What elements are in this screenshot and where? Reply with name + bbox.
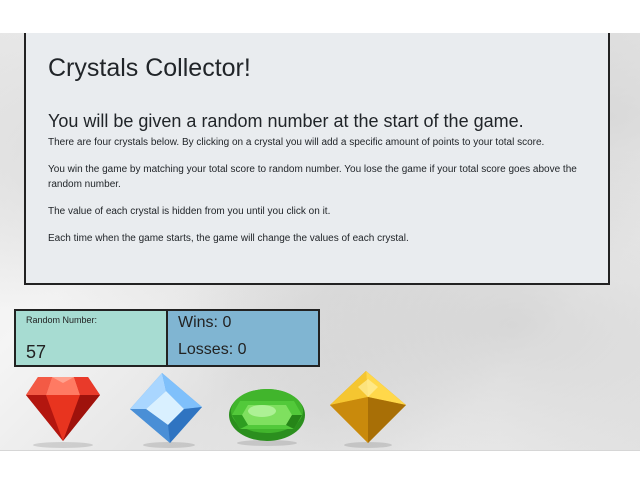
random-number-box: Random Number: 57: [14, 309, 168, 367]
blue-crystal-icon: [130, 373, 202, 448]
stats-box: Wins: 0 Losses: 0: [168, 309, 320, 367]
instruction-paragraph: There are four crystals below. By clicki…: [48, 137, 545, 148]
page-title: Crystals Collector!: [48, 54, 251, 82]
instructions-panel: Crystals Collector! You will be given a …: [24, 33, 610, 285]
score-row: Random Number: 57 Wins: 0 Losses: 0: [14, 309, 320, 367]
yellow-crystal-icon: [330, 371, 406, 448]
instruction-paragraph: Each time when the game starts, the game…: [48, 233, 409, 244]
green-crystal-icon: [229, 389, 305, 446]
divider: [0, 450, 640, 451]
blue-crystal-button[interactable]: [126, 371, 208, 449]
instruction-paragraph: The value of each crystal is hidden from…: [48, 206, 331, 217]
instruction-paragraph: You win the game by matching your total …: [48, 164, 577, 190]
random-number-label: Random Number:: [26, 315, 98, 325]
random-number-value: 57: [26, 342, 47, 362]
losses-counter: Losses: 0: [178, 341, 247, 358]
red-crystal-icon: [26, 377, 100, 448]
marble-background: Crystals Collector! You will be given a …: [0, 33, 640, 450]
wins-counter: Wins: 0: [178, 314, 232, 331]
green-crystal-button[interactable]: [226, 371, 308, 449]
instructions-heading: You will be given a random number at the…: [48, 111, 524, 131]
red-crystal-button[interactable]: [22, 371, 104, 449]
page: Crystals Collector! You will be given a …: [0, 0, 640, 480]
yellow-crystal-button[interactable]: [328, 371, 410, 449]
